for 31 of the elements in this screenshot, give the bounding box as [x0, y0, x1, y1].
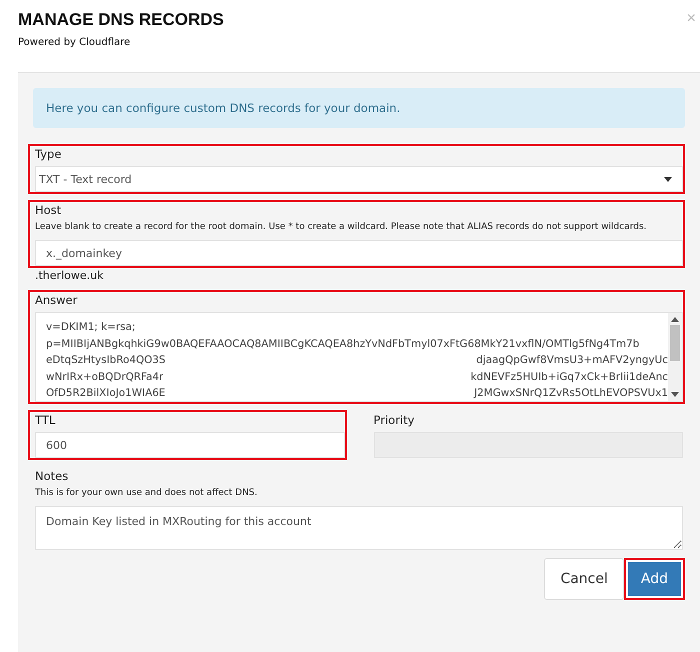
caret-icon — [664, 176, 672, 182]
form-button[interactable]: Cancel — [544, 558, 624, 600]
answer-line: p=MIIBIjANBgkqhkiG9w0BAQEFAAOCAQ8AMIIBCgKCAQEA8hzYvNdFbTmyl07xFtG68MkY21vxflN/OMTlg5fNg4Tm7b — [46, 336, 640, 352]
answer-line: v=DKIM1; k=rsa; — [46, 320, 136, 335]
host-label: Host — [35, 203, 62, 217]
host-input[interactable]: x._domainkey — [35, 240, 683, 266]
info-alert: Here you can configure custom DNS records for your domain. — [33, 88, 685, 128]
type-label: Type — [35, 147, 62, 161]
notes-textarea[interactable]: Domain Key listed in MXRouting for this account — [35, 506, 683, 550]
answer-line-end: djaagQpGwf8VmsU3+mAFV2yngyUc — [476, 353, 668, 368]
scrollbar[interactable] — [668, 313, 682, 401]
priority-label: Priority — [374, 413, 416, 427]
answer-line-end: J2MGwxSNrQ1ZvRs5OtLhEVOPSVUx1 — [474, 386, 668, 401]
dialog-title: MANAGE DNS RECORDS — [18, 10, 224, 30]
type-select[interactable]: TXT - Text record — [35, 166, 683, 192]
domain-suffix: .therlowe.uk — [35, 269, 104, 282]
notes-help-text: This is for your own use and does not affect DNS. — [35, 488, 258, 498]
host-help-text: Leave blank to create a record for the root domain. Use * to create a wildcard. Please note that ALIAS records do not support wildcards. — [35, 222, 648, 232]
ttl-input[interactable]: 600 — [35, 432, 344, 458]
scroll-down-icon[interactable] — [671, 392, 679, 397]
ttl-label: TTL — [35, 413, 56, 427]
scroll-up-icon[interactable] — [671, 317, 679, 322]
answer-line-start: wNrIRx+oBQDrQRFa4r — [46, 370, 164, 384]
answer-label: Answer — [35, 293, 78, 307]
notes-label: Notes — [35, 469, 70, 483]
answer-line-end: kdNEVFz5HUIb+iGq7xCk+BrIii1deAnc — [470, 370, 668, 384]
dialog-subtitle: Powered by Cloudflare — [18, 37, 132, 48]
form-button[interactable]: Add — [624, 558, 685, 600]
answer-textarea[interactable] — [35, 312, 683, 402]
answer-line-start: eDtqSzHtysIbRo4QO3S — [46, 353, 166, 368]
answer-line-start: OfD5R2BilXIoJo1WIA6E — [46, 386, 166, 401]
